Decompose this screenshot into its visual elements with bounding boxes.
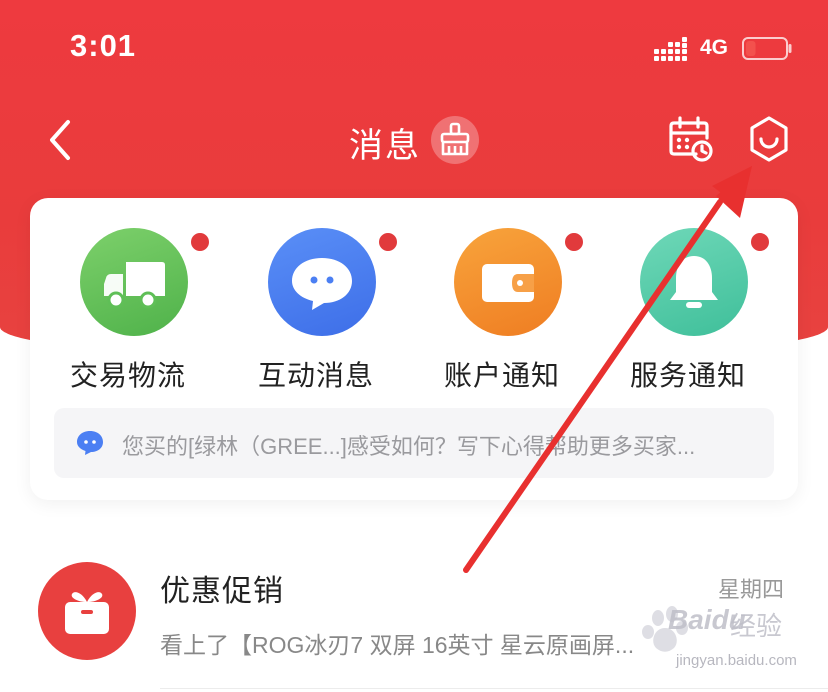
message-category-card: 交易物流 互动消息 账户通知 服务通知 您买的[绿林（GREE...]感受如何？… [30, 198, 798, 500]
category-label: 服务通知 [629, 360, 746, 391]
status-bar: 3:01 4G [0, 0, 828, 96]
status-time: 3:01 [70, 28, 137, 63]
preview-text: 您买的[绿林（GREE...]感受如何？写下心得帮助更多买家... [122, 434, 696, 459]
calendar-clock-icon[interactable] [666, 114, 714, 164]
unread-badge-dot [376, 230, 400, 254]
category-account-notice[interactable]: 账户通知 [428, 228, 586, 398]
category-icon-circle [80, 228, 188, 336]
back-chevron-icon[interactable] [44, 116, 80, 164]
unread-badge-dot [748, 230, 772, 254]
page-title: 消息 [349, 127, 421, 165]
divider [160, 688, 828, 689]
category-icon-circle [454, 228, 562, 336]
category-label: 账户通知 [443, 360, 560, 391]
watermark-brand-cn: 经验 [730, 611, 783, 641]
message-preview: 看上了【ROG冰刃7 双屏 16英寸 星云原画屏... [160, 632, 635, 658]
gift-box-icon [65, 592, 109, 634]
category-interaction[interactable]: 互动消息 [242, 228, 400, 398]
truck-icon [104, 262, 165, 309]
nav-bar: 消息 [0, 100, 828, 180]
wallet-icon [482, 264, 534, 302]
chat-bubble-icon [292, 258, 352, 310]
category-label: 交易物流 [69, 360, 186, 391]
avatar [38, 562, 136, 660]
battery-icon [742, 37, 792, 60]
clear-unread-button[interactable] [431, 116, 479, 164]
network-type: 4G [700, 36, 729, 59]
unread-badge-dot [188, 230, 212, 254]
category-trade-logistics[interactable]: 交易物流 [54, 228, 212, 398]
category-label: 互动消息 [257, 360, 374, 391]
category-icon-circle [268, 228, 376, 336]
signal-icon [654, 37, 687, 61]
message-title: 优惠促销 [160, 575, 284, 608]
broom-icon [440, 122, 470, 156]
settings-hexagon-icon[interactable] [746, 114, 792, 164]
category-service-notice[interactable]: 服务通知 [614, 228, 772, 398]
category-icon-circle [640, 228, 748, 336]
latest-message-preview[interactable]: 您买的[绿林（GREE...]感受如何？写下心得帮助更多买家... [54, 408, 774, 478]
watermark-url: jingyan.baidu.com [676, 652, 797, 669]
unread-badge-dot [562, 230, 586, 254]
chat-bubble-icon [77, 431, 103, 455]
bell-icon [670, 256, 718, 308]
